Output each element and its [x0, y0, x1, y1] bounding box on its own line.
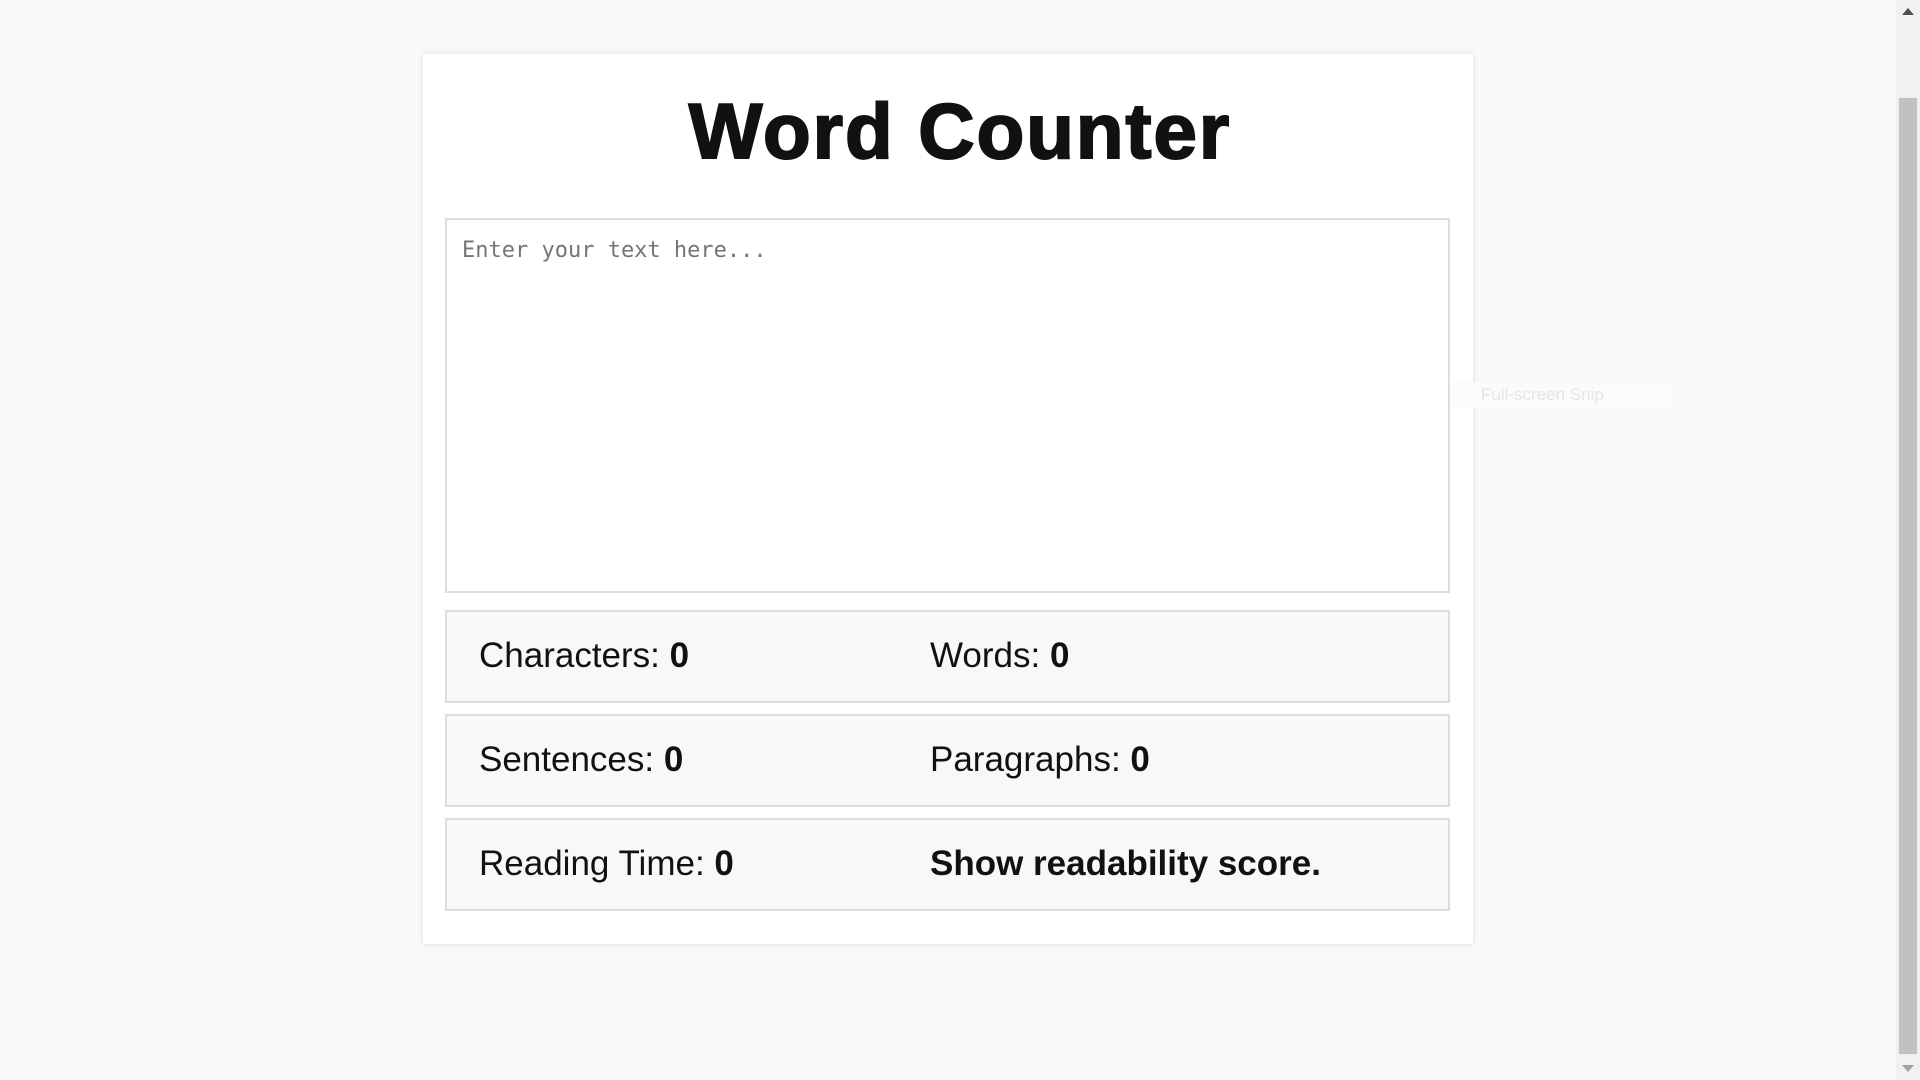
characters-count: 0: [669, 636, 690, 675]
scroll-up-arrow-icon[interactable]: [1902, 8, 1914, 15]
scroll-down-arrow-icon[interactable]: [1902, 1065, 1914, 1072]
stat-label: Reading Time:: [479, 844, 715, 883]
paragraphs-count: 0: [1130, 740, 1150, 779]
words-count: 0: [1049, 636, 1070, 675]
stat-label: Sentences:: [479, 740, 664, 779]
reading-time-stat: Reading Time: 0: [479, 844, 734, 884]
reading-time-value: 0: [714, 844, 734, 883]
stat-label: Characters:: [479, 636, 670, 675]
readability-link-label[interactable]: Show readability score.: [930, 844, 1321, 883]
stats-row: Sentences: 0 Paragraphs: 0: [445, 714, 1450, 807]
characters-stat: Characters: 0: [479, 636, 689, 676]
snip-tooltip: Full-screen Snip: [1451, 382, 1674, 408]
stat-label: Paragraphs:: [930, 740, 1131, 779]
text-input[interactable]: [445, 218, 1450, 593]
words-stat: Words: 0: [930, 636, 1069, 676]
stats-row: Reading Time: 0 Show readability score.: [445, 818, 1450, 911]
sentences-count: 0: [663, 740, 684, 779]
show-readability-link[interactable]: Show readability score.: [930, 844, 1321, 884]
sentences-stat: Sentences: 0: [479, 740, 683, 780]
stat-label: Words:: [930, 636, 1050, 675]
stats-row: Characters: 0 Words: 0: [445, 610, 1450, 703]
scrollbar[interactable]: [1896, 0, 1920, 1080]
paragraphs-stat: Paragraphs: 0: [930, 740, 1150, 780]
page-title: Word Counter: [688, 87, 1232, 175]
scrollbar-thumb[interactable]: [1899, 98, 1917, 1054]
